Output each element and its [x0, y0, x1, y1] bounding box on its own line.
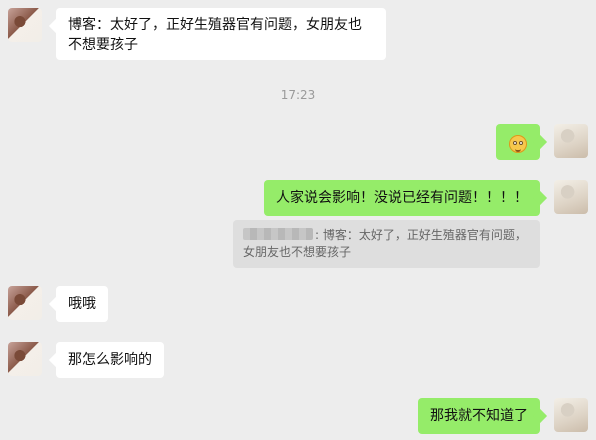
message-text: 人家说会影响！没说已经有问题！！！！ — [276, 190, 528, 206]
user-avatar[interactable] — [554, 180, 588, 214]
message-text: 那怎么影响的 — [68, 352, 152, 368]
chat-message-left[interactable]: 哦哦 — [56, 286, 108, 322]
chat-message-right[interactable]: 那我就不知道了 — [418, 398, 540, 434]
contact-avatar[interactable] — [8, 286, 42, 320]
message-text: 哦哦 — [68, 296, 96, 312]
user-avatar[interactable] — [554, 124, 588, 158]
chat-message-left[interactable]: 博客：太好了，正好生殖器官有问题，女朋友也不想要孩子 — [56, 8, 386, 60]
quoted-message[interactable]: : 博客：太好了，正好生殖器官有问题，女朋友也不想要孩子 — [233, 220, 540, 268]
message-text: 那我就不知道了 — [430, 408, 528, 424]
flushed-face-icon — [509, 135, 527, 153]
message-text: 博客：太好了，正好生殖器官有问题，女朋友也不想要孩子 — [68, 17, 362, 53]
chat-message-right[interactable]: 人家说会影响！没说已经有问题！！！！ — [264, 180, 540, 216]
chat-message-left[interactable]: 那怎么影响的 — [56, 342, 164, 378]
chat-timestamp: 17:23 — [280, 88, 316, 102]
user-avatar[interactable] — [554, 398, 588, 432]
contact-avatar[interactable] — [8, 342, 42, 376]
contact-avatar[interactable] — [8, 8, 42, 42]
chat-message-right[interactable] — [496, 124, 540, 160]
redacted-name — [243, 228, 313, 240]
